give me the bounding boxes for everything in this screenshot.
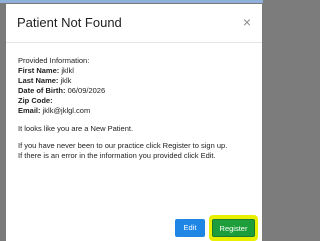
dialog-title: Patient Not Found [17, 15, 122, 30]
register-button[interactable]: Register [212, 219, 255, 237]
dob-row: Date of Birth: 06/09/2026 [18, 86, 262, 96]
backdrop-accent-line [0, 0, 263, 3]
zip-label: Zip Code: [18, 96, 53, 105]
dialog-footer: Edit Register [6, 212, 262, 241]
provided-info-heading: Provided Information: [18, 56, 90, 65]
dob-label: Date of Birth: [18, 86, 66, 95]
email-label: Email: [18, 106, 41, 115]
first-name-value: jklkl [61, 66, 74, 75]
new-patient-message: It looks like you are a New Patient. [18, 124, 134, 133]
dialog-header: Patient Not Found × [6, 4, 262, 43]
email-value: jklk@jklgl.com [42, 106, 91, 115]
zip-row: Zip Code: [18, 96, 262, 106]
last-name-label: Last Name: [18, 76, 59, 85]
patient-not-found-dialog: Patient Not Found × Provided Information… [6, 4, 262, 241]
close-icon[interactable]: × [240, 14, 254, 30]
register-instruction: If you have never been to our practice c… [18, 141, 228, 150]
dob-value: 06/09/2026 [67, 86, 106, 95]
last-name-value: jklk [60, 76, 72, 85]
last-name-row: Last Name: jklk [18, 76, 262, 86]
first-name-row: First Name: jklkl [18, 66, 262, 76]
first-name-label: First Name: [18, 66, 60, 75]
dialog-body: Provided Information: First Name: jklkl … [18, 56, 262, 161]
edit-button[interactable]: Edit [175, 219, 205, 237]
email-row: Email: jklk@jklgl.com [18, 106, 262, 116]
edit-instruction: If there is an error in the information … [18, 151, 216, 160]
